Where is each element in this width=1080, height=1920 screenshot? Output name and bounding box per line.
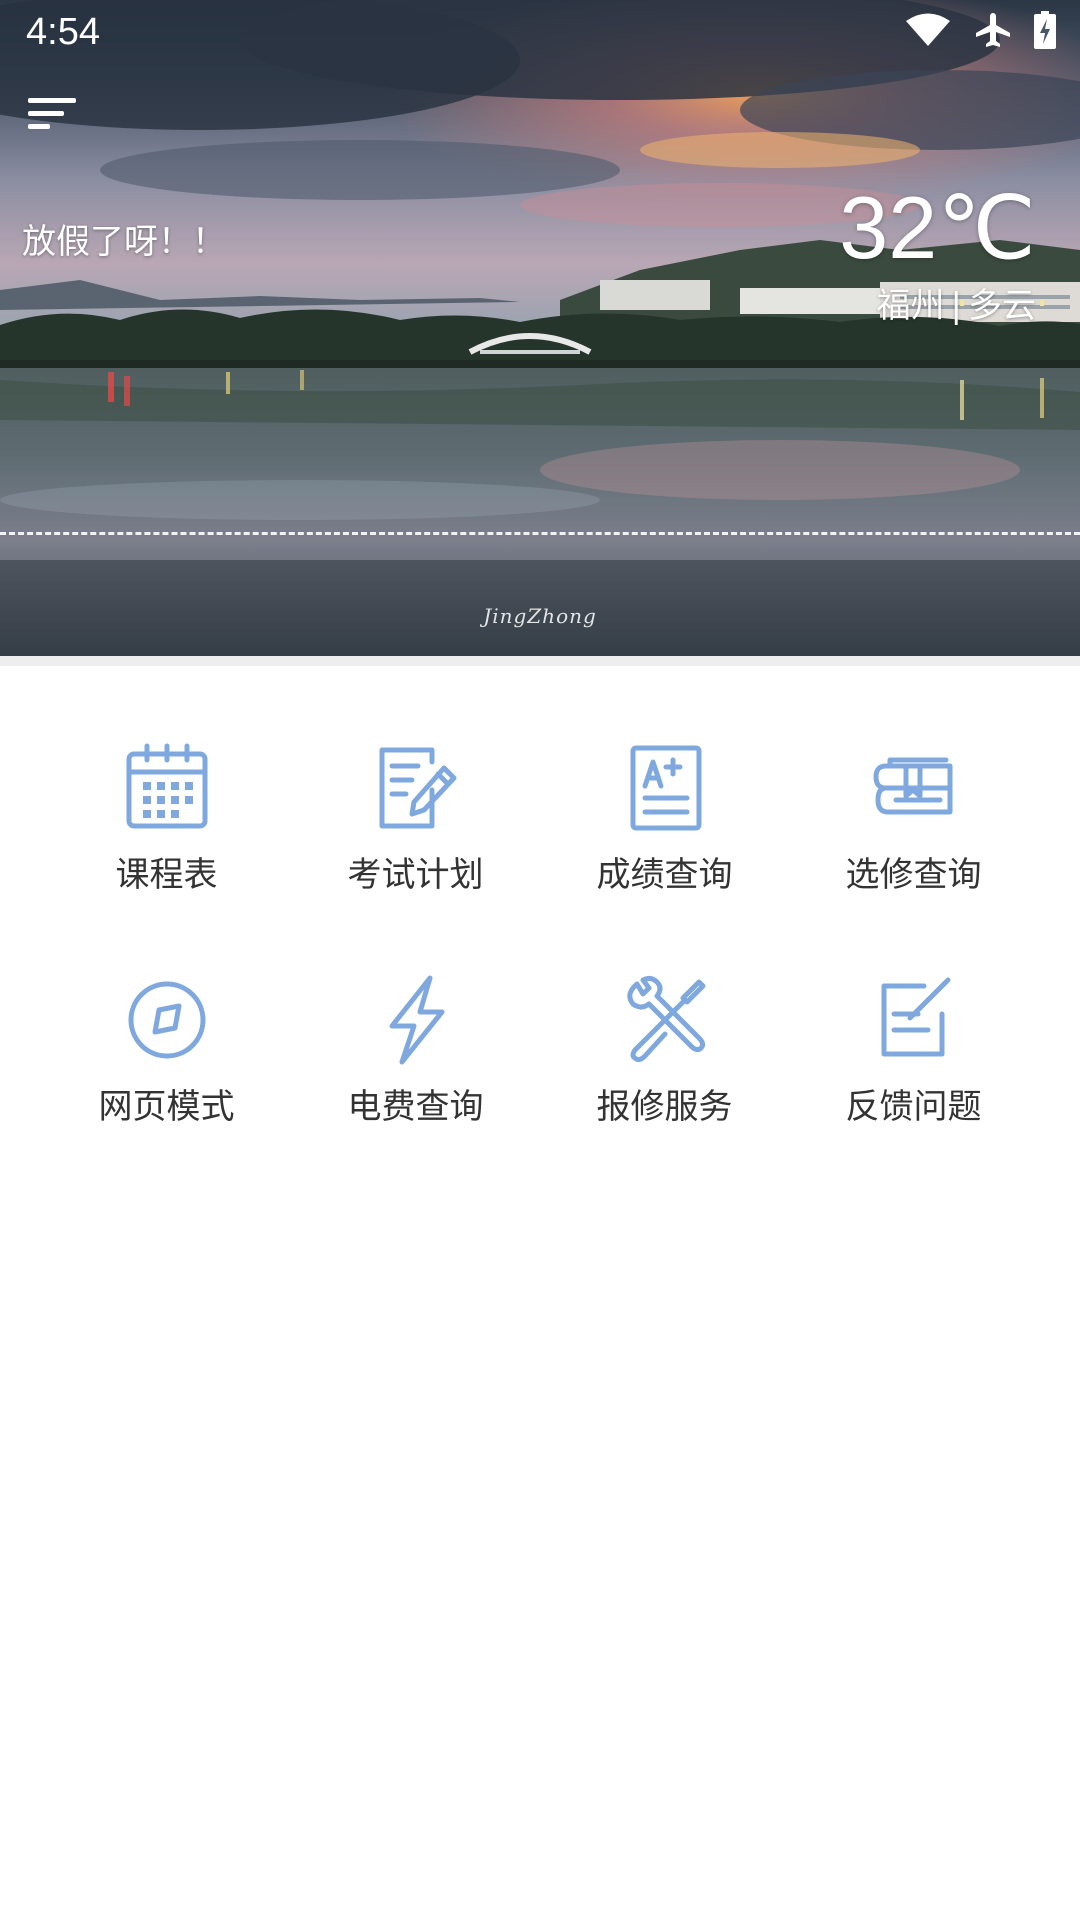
feature-electives[interactable]: 选修查询 [789,740,1038,896]
lightning-icon [368,972,464,1068]
feature-grid: 课程表 考试计划 成绩查询 选修查询 网页模式 电费查询 报修服务 反馈问题 [0,740,1080,1128]
home-screen: 4:54 放假了呀！！ 32℃ 福州 | 多云 JingZhong 课程表 考试… [0,0,1080,1920]
exam-edit-icon [368,740,464,836]
photo-signature: JingZhong [483,604,597,628]
city-name: 福州 [876,286,945,326]
weather-info: 福州 | 多云 [877,284,1036,328]
feature-feedback[interactable]: 反馈问题 [789,972,1038,1128]
feature-repair[interactable]: 报修服务 [540,972,789,1128]
status-time: 4:54 [26,11,100,53]
wifi-icon [904,12,952,52]
feature-label: 报修服务 [596,1087,733,1127]
dashed-divider [0,532,1080,535]
feature-electricity[interactable]: 电费查询 [291,972,540,1128]
feature-label: 考试计划 [347,855,484,895]
feedback-edit-icon [866,972,962,1068]
temperature: 32℃ [839,178,1036,277]
feature-label: 电费查询 [347,1087,484,1127]
greeting-text: 放假了呀！！ [22,222,226,262]
feature-web-mode[interactable]: 网页模式 [42,972,291,1128]
status-icons [904,11,1056,53]
campus-lake-photo [0,0,1080,656]
hero-banner: 4:54 放假了呀！！ 32℃ 福州 | 多云 JingZhong [0,0,1080,656]
books-icon [866,740,962,836]
calendar-icon [119,740,215,836]
airplane-mode-icon [974,11,1012,53]
feature-label: 成绩查询 [596,855,733,895]
feature-exam-plan[interactable]: 考试计划 [291,740,540,896]
weather-separator: | [950,286,962,326]
feature-label: 选修查询 [845,855,982,895]
weather-condition: 多云 [968,286,1036,326]
menu-button[interactable] [22,90,86,142]
feature-timetable[interactable]: 课程表 [42,740,291,896]
grade-document-icon [617,740,713,836]
status-bar: 4:54 [0,0,1080,64]
feature-label: 反馈问题 [845,1087,982,1127]
feature-label: 课程表 [115,855,218,895]
feature-label: 网页模式 [98,1087,235,1127]
feature-grades[interactable]: 成绩查询 [540,740,789,896]
tools-icon [617,972,713,1068]
section-divider [0,656,1080,666]
menu-icon [28,96,80,136]
compass-icon [119,972,215,1068]
battery-charging-icon [1034,11,1056,53]
